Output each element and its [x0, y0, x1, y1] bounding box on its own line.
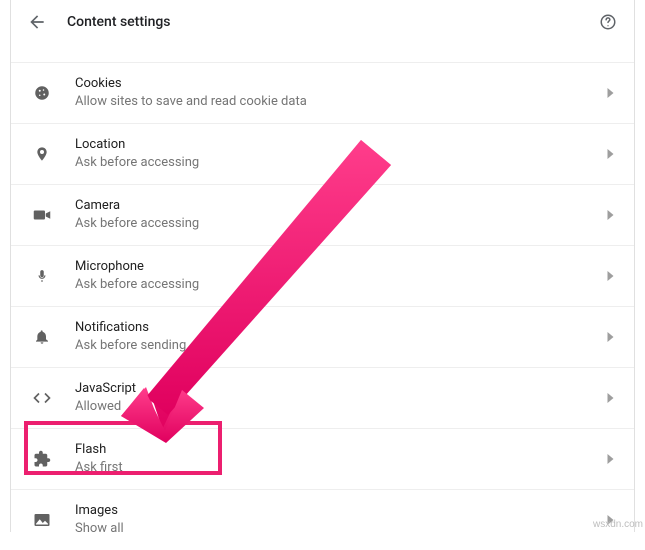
chevron-right-icon	[607, 88, 614, 98]
row-location[interactable]: Location Ask before accessing	[11, 123, 634, 184]
row-text: Microphone Ask before accessing	[75, 258, 607, 294]
javascript-icon	[31, 391, 53, 405]
page-title: Content settings	[67, 14, 598, 30]
help-button[interactable]	[598, 12, 618, 32]
row-text: Location Ask before accessing	[75, 136, 607, 172]
flash-icon	[31, 450, 53, 468]
images-icon	[31, 512, 53, 528]
chevron-right-icon	[607, 332, 614, 342]
row-subtitle: Allowed	[75, 398, 607, 416]
help-icon	[599, 13, 617, 31]
row-title: Notifications	[75, 319, 607, 337]
notifications-icon	[31, 328, 53, 346]
row-title: Location	[75, 136, 607, 154]
row-title: JavaScript	[75, 380, 607, 398]
chevron-right-icon	[607, 393, 614, 403]
cookie-icon	[31, 84, 53, 102]
row-title: Cookies	[75, 75, 607, 93]
back-button[interactable]	[27, 12, 47, 32]
row-text: Images Show all	[75, 502, 607, 538]
row-microphone[interactable]: Microphone Ask before accessing	[11, 245, 634, 306]
row-images[interactable]: Images Show all	[11, 489, 634, 550]
microphone-icon	[31, 267, 53, 285]
row-flash[interactable]: Flash Ask first	[11, 428, 634, 489]
row-text: Flash Ask first	[75, 441, 607, 477]
row-title: Flash	[75, 441, 607, 459]
arrow-left-icon	[27, 12, 47, 32]
row-subtitle: Allow sites to save and read cookie data	[75, 93, 607, 111]
camera-icon	[31, 208, 53, 222]
row-text: Camera Ask before accessing	[75, 197, 607, 233]
settings-panel: Content settings Cookies Allow sites to …	[10, 0, 635, 532]
row-subtitle: Ask before accessing	[75, 215, 607, 233]
row-subtitle: Ask first	[75, 459, 607, 477]
chevron-right-icon	[607, 210, 614, 220]
settings-list: Cookies Allow sites to save and read coo…	[11, 62, 634, 550]
location-icon	[31, 145, 53, 163]
row-text: Cookies Allow sites to save and read coo…	[75, 75, 607, 111]
row-title: Camera	[75, 197, 607, 215]
row-title: Microphone	[75, 258, 607, 276]
watermark: wsxdn.com	[593, 519, 643, 530]
row-subtitle: Show all	[75, 520, 607, 538]
row-subtitle: Ask before accessing	[75, 276, 607, 294]
row-title: Images	[75, 502, 607, 520]
row-text: Notifications Ask before sending	[75, 319, 607, 355]
row-notifications[interactable]: Notifications Ask before sending	[11, 306, 634, 367]
row-cookies[interactable]: Cookies Allow sites to save and read coo…	[11, 62, 634, 123]
row-text: JavaScript Allowed	[75, 380, 607, 416]
row-javascript[interactable]: JavaScript Allowed	[11, 367, 634, 428]
chevron-right-icon	[607, 454, 614, 464]
chevron-right-icon	[607, 149, 614, 159]
header: Content settings	[11, 0, 634, 48]
chevron-right-icon	[607, 271, 614, 281]
row-camera[interactable]: Camera Ask before accessing	[11, 184, 634, 245]
row-subtitle: Ask before accessing	[75, 154, 607, 172]
row-subtitle: Ask before sending	[75, 337, 607, 355]
